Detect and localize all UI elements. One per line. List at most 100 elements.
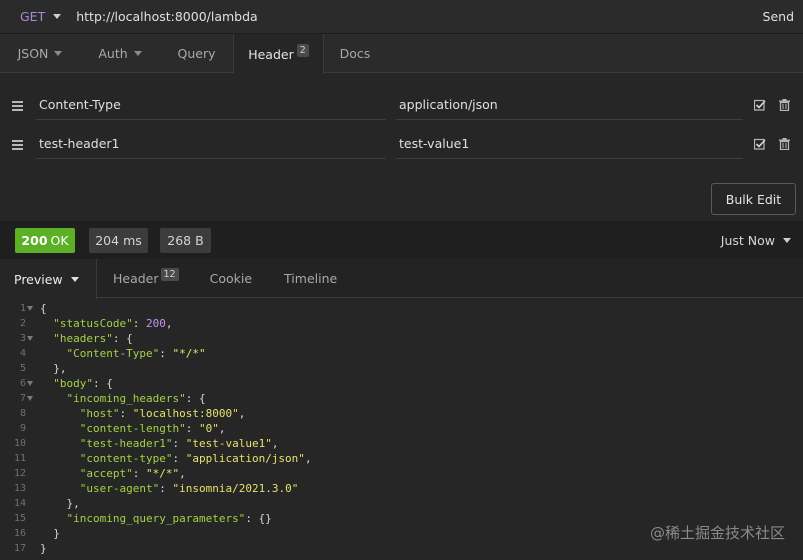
code-text: }, — [40, 496, 79, 511]
header-value-input[interactable] — [396, 129, 743, 159]
code-text: { — [40, 301, 47, 316]
code-token: } — [40, 527, 60, 540]
code-line: 17} — [0, 541, 803, 556]
history-dropdown[interactable]: Just Now — [721, 233, 791, 248]
tab-label: Preview — [14, 271, 63, 287]
code-token: , — [238, 407, 246, 420]
code-token: "insomnia/2021.3.0" — [172, 482, 299, 495]
code-line: 2 "statusCode": 200, — [0, 316, 803, 331]
code-token: : — [132, 467, 146, 480]
tab-timeline[interactable]: Timeline — [284, 259, 337, 298]
code-token: "*/*" — [172, 347, 206, 360]
code-token: "test-value1" — [185, 437, 272, 450]
code-text: } — [40, 526, 60, 541]
code-token: : — [185, 422, 199, 435]
tab-json[interactable]: JSON — [0, 34, 80, 73]
line-number: 15 — [13, 513, 26, 524]
code-line: 5 }, — [0, 361, 803, 376]
line-number: 9 — [19, 423, 26, 434]
code-token: "host" — [79, 407, 120, 420]
code-token: , — [179, 467, 186, 480]
code-text: } — [40, 541, 47, 556]
tab-header[interactable]: Header 2 — [233, 34, 324, 74]
chevron-down-icon — [53, 14, 62, 19]
status-code: 200 — [21, 232, 48, 248]
code-text: "body": { — [40, 376, 113, 391]
tab-cookie[interactable]: Cookie — [210, 259, 252, 298]
code-token: : — [159, 482, 173, 495]
line-number: 8 — [19, 408, 26, 419]
tab-response-header[interactable]: Header 12 — [113, 259, 179, 298]
fold-toggle-icon[interactable] — [27, 306, 33, 311]
drag-handle-icon[interactable] — [12, 101, 23, 111]
code-token: "content-length" — [79, 422, 186, 435]
code-text: "incoming_headers": { — [40, 391, 206, 406]
line-number: 3 — [19, 333, 26, 344]
trash-icon[interactable] — [779, 138, 790, 150]
tab-docs[interactable]: Docs — [324, 34, 386, 73]
header-count-badge: 2 — [296, 43, 309, 57]
code-line: 8 "host": "localhost:8000", — [0, 406, 803, 421]
tab-query[interactable]: Query — [160, 34, 233, 73]
code-text: "headers": { — [40, 331, 133, 346]
tab-label: JSON — [17, 46, 49, 61]
line-number: 5 — [19, 363, 26, 374]
send-button[interactable]: Send — [763, 9, 794, 24]
code-line: 9 "content-length": "0", — [0, 421, 803, 436]
trash-icon[interactable] — [779, 99, 790, 111]
code-line: 7 "incoming_headers": { — [0, 391, 803, 406]
chevron-down-icon — [133, 51, 142, 56]
code-token: "localhost:8000" — [132, 407, 239, 420]
response-body-viewer[interactable]: 1{2 "statusCode": 200, 3 "headers": {4 "C… — [0, 300, 803, 560]
fold-toggle-icon[interactable] — [27, 336, 33, 341]
code-token: : { — [93, 377, 113, 390]
code-text: "test-header1": "test-value1", — [40, 436, 279, 451]
line-number: 12 — [13, 468, 26, 479]
fold-toggle-icon[interactable] — [27, 381, 33, 386]
tab-preview[interactable]: Preview — [0, 259, 97, 299]
status-text: OK — [50, 232, 69, 248]
code-token: "application/json" — [185, 452, 305, 465]
line-number: 17 — [13, 543, 26, 554]
code-token: : — [132, 317, 146, 330]
header-name-input[interactable] — [36, 90, 386, 120]
checkbox-checked-icon[interactable] — [754, 138, 766, 150]
code-token: "accept" — [79, 467, 133, 480]
code-token: "incoming_headers" — [66, 392, 186, 405]
line-number: 14 — [13, 498, 26, 509]
method-dropdown[interactable]: GET — [20, 9, 62, 24]
code-token: : {} — [245, 512, 272, 525]
code-token: , — [165, 317, 173, 330]
drag-handle-icon[interactable] — [12, 140, 23, 150]
header-row — [0, 90, 803, 130]
code-text: "accept": "*/*", — [40, 466, 186, 481]
url-bar: GET Send — [0, 0, 803, 34]
fold-toggle-icon[interactable] — [27, 396, 33, 401]
line-number: 13 — [13, 483, 26, 494]
header-name-input[interactable] — [36, 129, 386, 159]
response-time: 204 ms — [89, 227, 148, 253]
bulk-edit-button[interactable]: Bulk Edit — [711, 183, 796, 215]
code-line: 13 "user-agent": "insomnia/2021.3.0" — [0, 481, 803, 496]
checkbox-checked-icon[interactable] — [754, 99, 766, 111]
response-tabs: Preview Header 12 Cookie Timeline — [0, 259, 803, 299]
code-token: "user-agent" — [79, 482, 160, 495]
code-token: : — [159, 347, 173, 360]
method-label: GET — [20, 9, 46, 24]
url-input[interactable] — [76, 1, 763, 32]
tab-auth[interactable]: Auth — [80, 34, 160, 73]
code-token: "content-type" — [79, 452, 173, 465]
request-tabs: JSON Auth Query Header 2 Docs — [0, 34, 803, 74]
code-text: "content-type": "application/json", — [40, 451, 312, 466]
line-number: 6 — [19, 378, 26, 389]
code-token: : { — [112, 332, 133, 345]
header-value-input[interactable] — [396, 90, 743, 120]
response-size: 268 B — [160, 227, 211, 253]
code-line: 6 "body": { — [0, 376, 803, 391]
